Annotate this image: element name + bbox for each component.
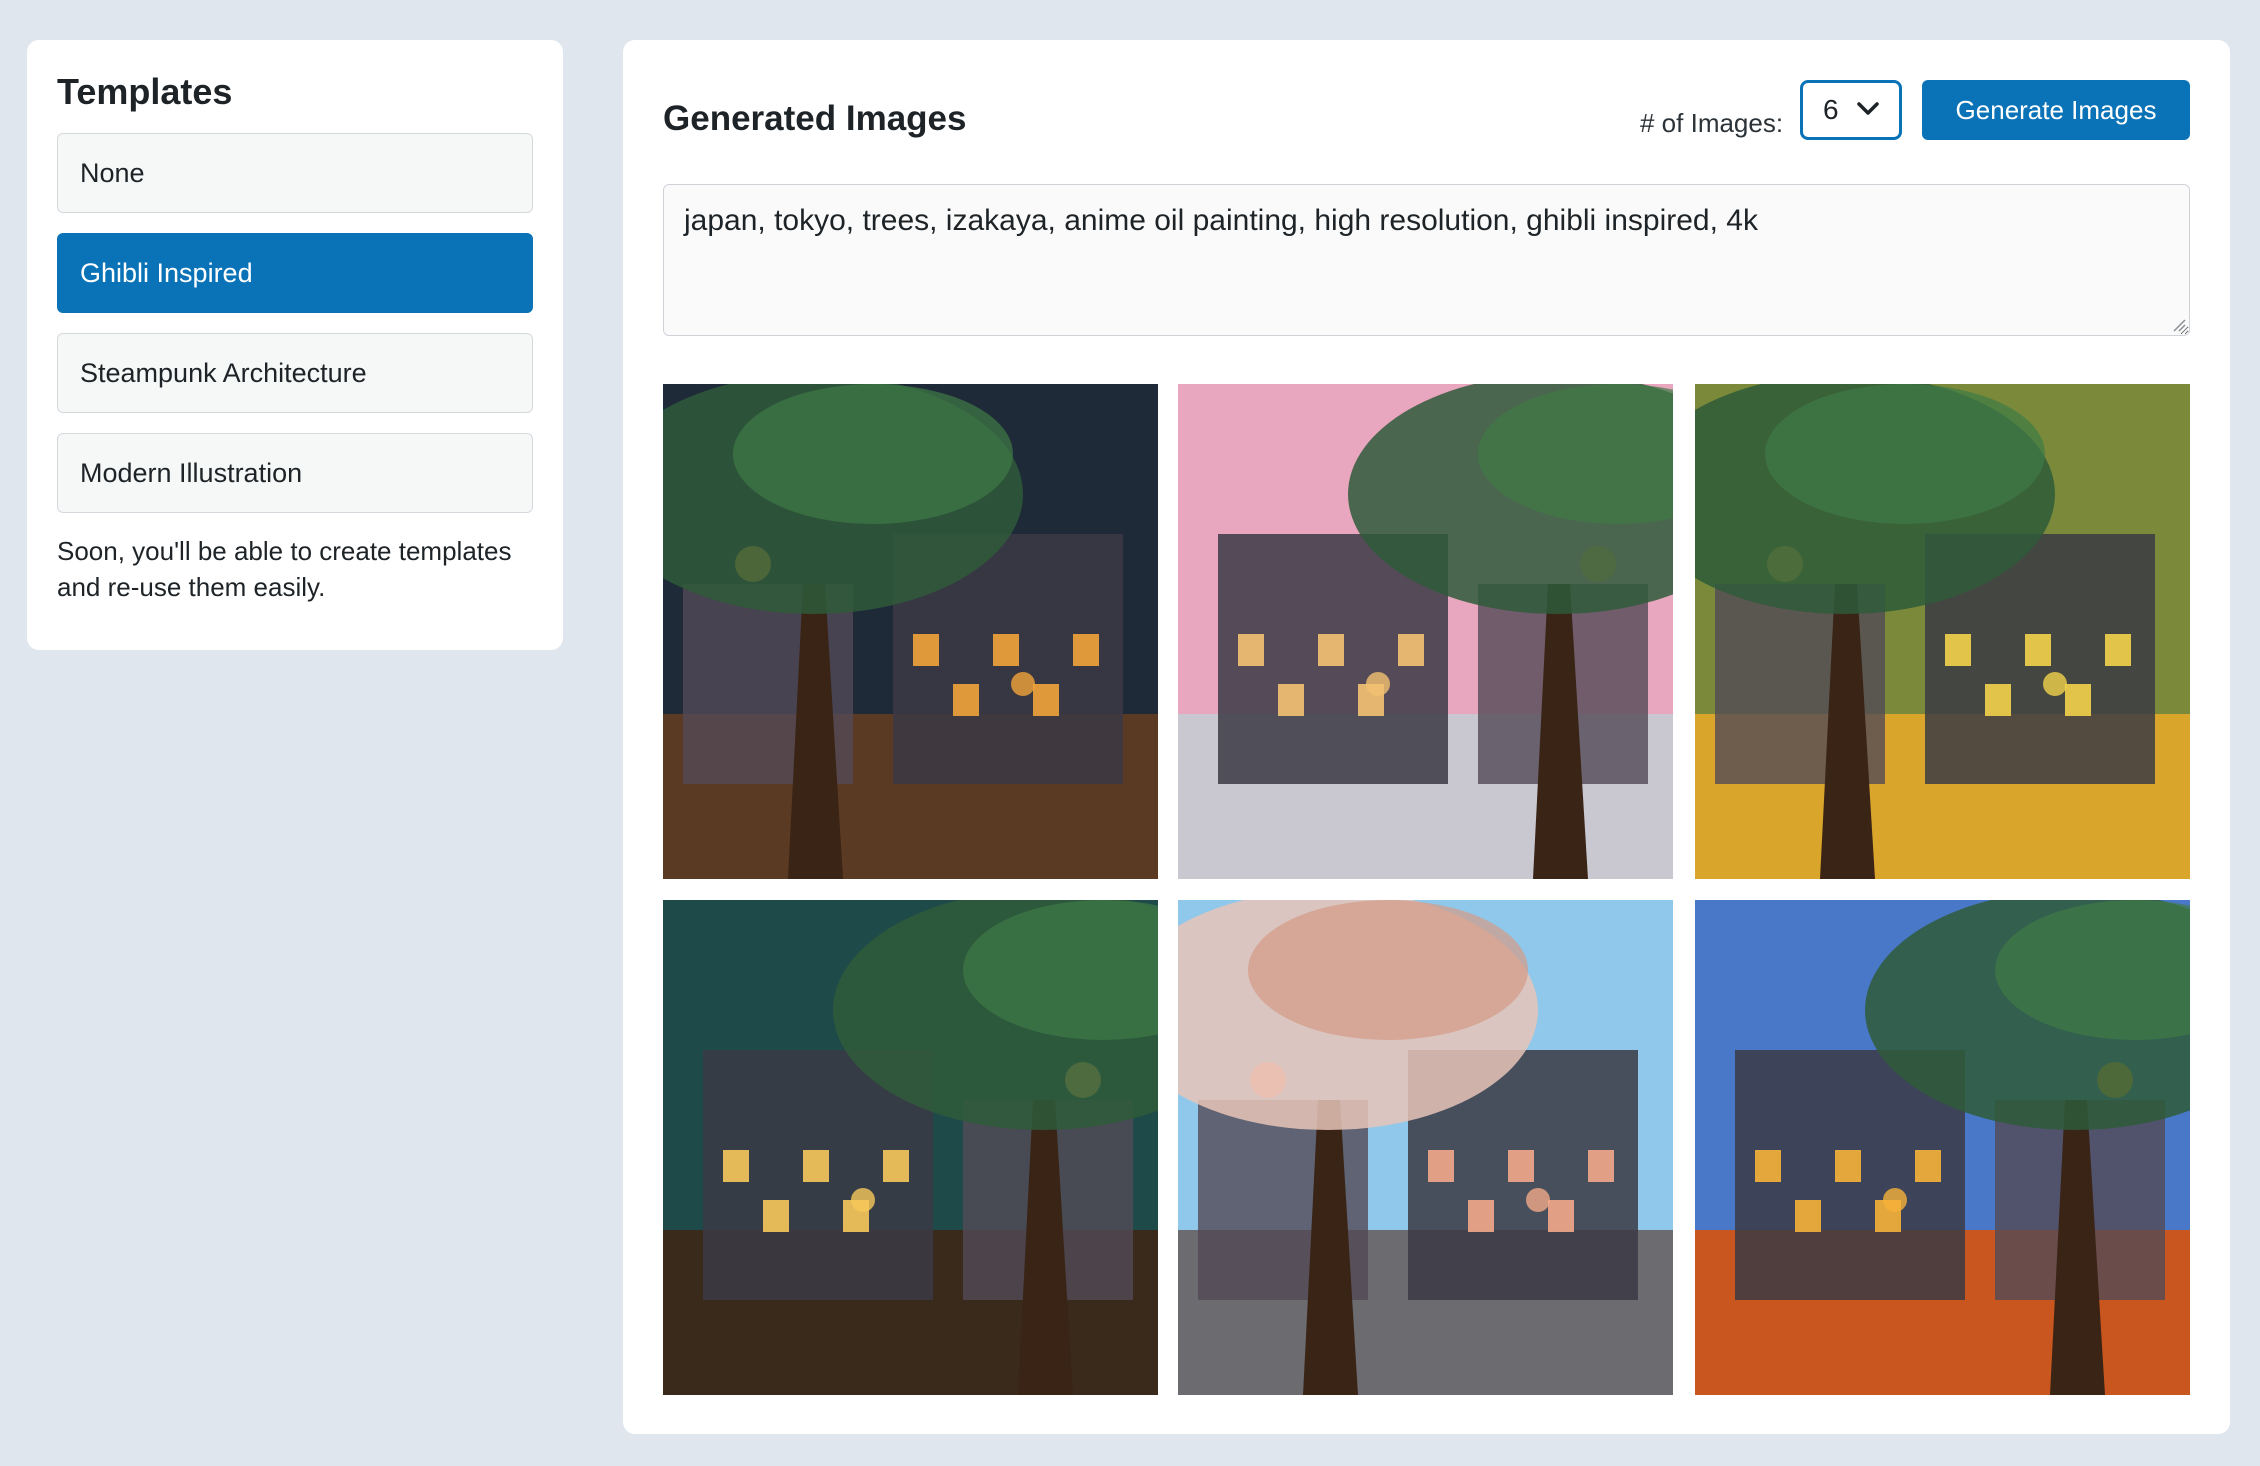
template-none-button[interactable]: None	[57, 133, 533, 214]
generated-image-1[interactable]	[663, 384, 1158, 879]
generated-image-art	[663, 384, 1158, 879]
prompt-input[interactable]: japan, tokyo, trees, izakaya, anime oil …	[663, 184, 2190, 336]
templates-panel: Templates None Ghibli Inspired Steampunk…	[27, 40, 563, 650]
generated-image-art	[1178, 384, 1673, 879]
generated-image-3[interactable]	[1695, 384, 2190, 879]
resize-handle-icon[interactable]	[2172, 318, 2186, 332]
generated-image-2[interactable]	[1178, 384, 1673, 879]
generated-images-title: Generated Images	[663, 99, 967, 138]
generated-image-5[interactable]	[1178, 900, 1673, 1395]
generated-image-art	[663, 900, 1158, 1395]
templates-title: Templates	[57, 71, 233, 112]
generated-image-art	[1695, 384, 2190, 879]
generated-image-4[interactable]	[663, 900, 1158, 1395]
image-count-value: 6	[1823, 94, 1839, 125]
generate-images-button[interactable]: Generate Images	[1922, 80, 2190, 140]
generated-image-6[interactable]	[1695, 900, 2190, 1395]
template-steampunk-architecture-button[interactable]: Steampunk Architecture	[57, 333, 533, 414]
template-ghibli-inspired-button[interactable]: Ghibli Inspired	[57, 233, 533, 314]
generated-image-art	[1178, 900, 1673, 1395]
chevron-down-icon	[1857, 102, 1879, 115]
templates-note: Soon, you'll be able to create templates…	[57, 536, 512, 603]
generated-images-panel: Generated Images # of Images: 6 Generate…	[623, 40, 2230, 1434]
template-modern-illustration-button[interactable]: Modern Illustration	[57, 433, 533, 514]
generated-image-art	[1695, 900, 2190, 1395]
image-count-label: # of Images:	[1640, 108, 1784, 138]
image-count-select[interactable]: 6	[1800, 80, 1902, 140]
